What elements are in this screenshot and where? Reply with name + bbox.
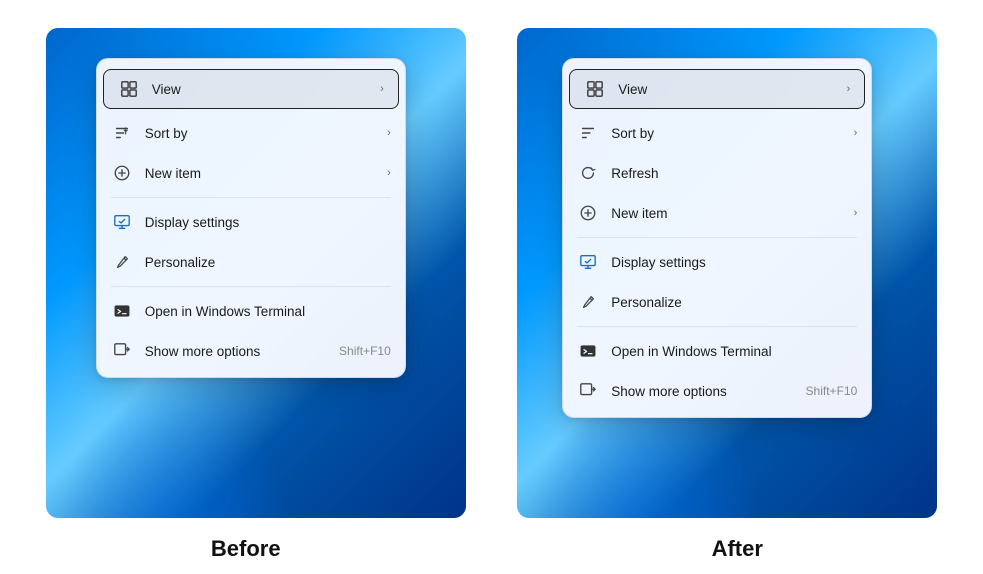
after-terminal-label: Open in Windows Terminal — [611, 344, 857, 359]
after-divider-2 — [577, 326, 857, 327]
after-context-menu: View › Sort by › — [562, 58, 872, 418]
before-personalize-label: Personalize — [145, 255, 391, 270]
before-context-menu: View › Sort by › — [96, 58, 406, 378]
after-new-item-label: New item — [611, 206, 853, 221]
before-sort-label: Sort by — [145, 126, 387, 141]
after-menu-terminal[interactable]: Open in Windows Terminal — [563, 331, 871, 371]
main-container: View › Sort by › — [0, 8, 983, 518]
labels-row: Before After — [0, 528, 983, 566]
after-personalize-label: Personalize — [611, 295, 857, 310]
after-view-arrow: › — [847, 83, 851, 95]
monitor-icon-after — [577, 251, 599, 273]
monitor-icon-before — [111, 211, 133, 233]
after-view-label: View — [618, 82, 846, 97]
after-menu-show-more[interactable]: Show more options Shift+F10 — [563, 371, 871, 411]
after-wallpaper: View › Sort by › — [517, 28, 937, 518]
before-menu-sort-by[interactable]: Sort by › — [97, 113, 405, 153]
before-menu-view[interactable]: View › — [103, 69, 399, 109]
before-menu-show-more[interactable]: Show more options Shift+F10 — [97, 331, 405, 371]
before-sort-arrow: › — [387, 127, 391, 139]
after-sort-label: Sort by — [611, 126, 853, 141]
after-divider-1 — [577, 237, 857, 238]
pen-icon-after — [577, 291, 599, 313]
before-menu-personalize[interactable]: Personalize — [97, 242, 405, 282]
sort-icon — [111, 122, 133, 144]
before-divider-2 — [111, 286, 391, 287]
after-new-item-arrow: › — [854, 207, 858, 219]
before-panel: View › Sort by › — [20, 28, 492, 518]
before-show-more-label: Show more options — [145, 344, 339, 359]
refresh-icon — [577, 162, 599, 184]
before-view-arrow: › — [380, 83, 384, 95]
before-menu-terminal[interactable]: Open in Windows Terminal — [97, 291, 405, 331]
before-new-item-arrow: › — [387, 167, 391, 179]
square-arrow-icon-before — [111, 340, 133, 362]
after-panel: View › Sort by › — [492, 28, 964, 518]
before-terminal-label: Open in Windows Terminal — [145, 304, 391, 319]
before-menu-display-settings[interactable]: Display settings — [97, 202, 405, 242]
after-display-settings-label: Display settings — [611, 255, 857, 270]
after-show-more-label: Show more options — [611, 384, 805, 399]
terminal-icon-after — [577, 340, 599, 362]
before-wallpaper: View › Sort by › — [46, 28, 466, 518]
plus-circle-icon-before — [111, 162, 133, 184]
after-menu-sort-by[interactable]: Sort by › — [563, 113, 871, 153]
sort-icon-after — [577, 122, 599, 144]
square-arrow-icon-after — [577, 380, 599, 402]
before-view-label: View — [152, 82, 380, 97]
after-menu-personalize[interactable]: Personalize — [563, 282, 871, 322]
before-display-settings-label: Display settings — [145, 215, 391, 230]
before-label: Before — [0, 528, 492, 566]
before-divider-1 — [111, 197, 391, 198]
grid-icon — [118, 78, 140, 100]
before-menu-new-item[interactable]: New item › — [97, 153, 405, 193]
after-menu-new-item[interactable]: New item › — [563, 193, 871, 233]
plus-circle-icon-after — [577, 202, 599, 224]
after-label: After — [492, 528, 983, 566]
terminal-icon-before — [111, 300, 133, 322]
after-sort-arrow: › — [854, 127, 858, 139]
pen-icon-before — [111, 251, 133, 273]
after-menu-view[interactable]: View › — [569, 69, 865, 109]
grid-icon-after — [584, 78, 606, 100]
after-menu-display-settings[interactable]: Display settings — [563, 242, 871, 282]
before-new-item-label: New item — [145, 166, 387, 181]
after-refresh-label: Refresh — [611, 166, 857, 181]
after-menu-refresh[interactable]: Refresh — [563, 153, 871, 193]
after-show-more-shortcut: Shift+F10 — [806, 384, 858, 398]
before-show-more-shortcut: Shift+F10 — [339, 344, 391, 358]
